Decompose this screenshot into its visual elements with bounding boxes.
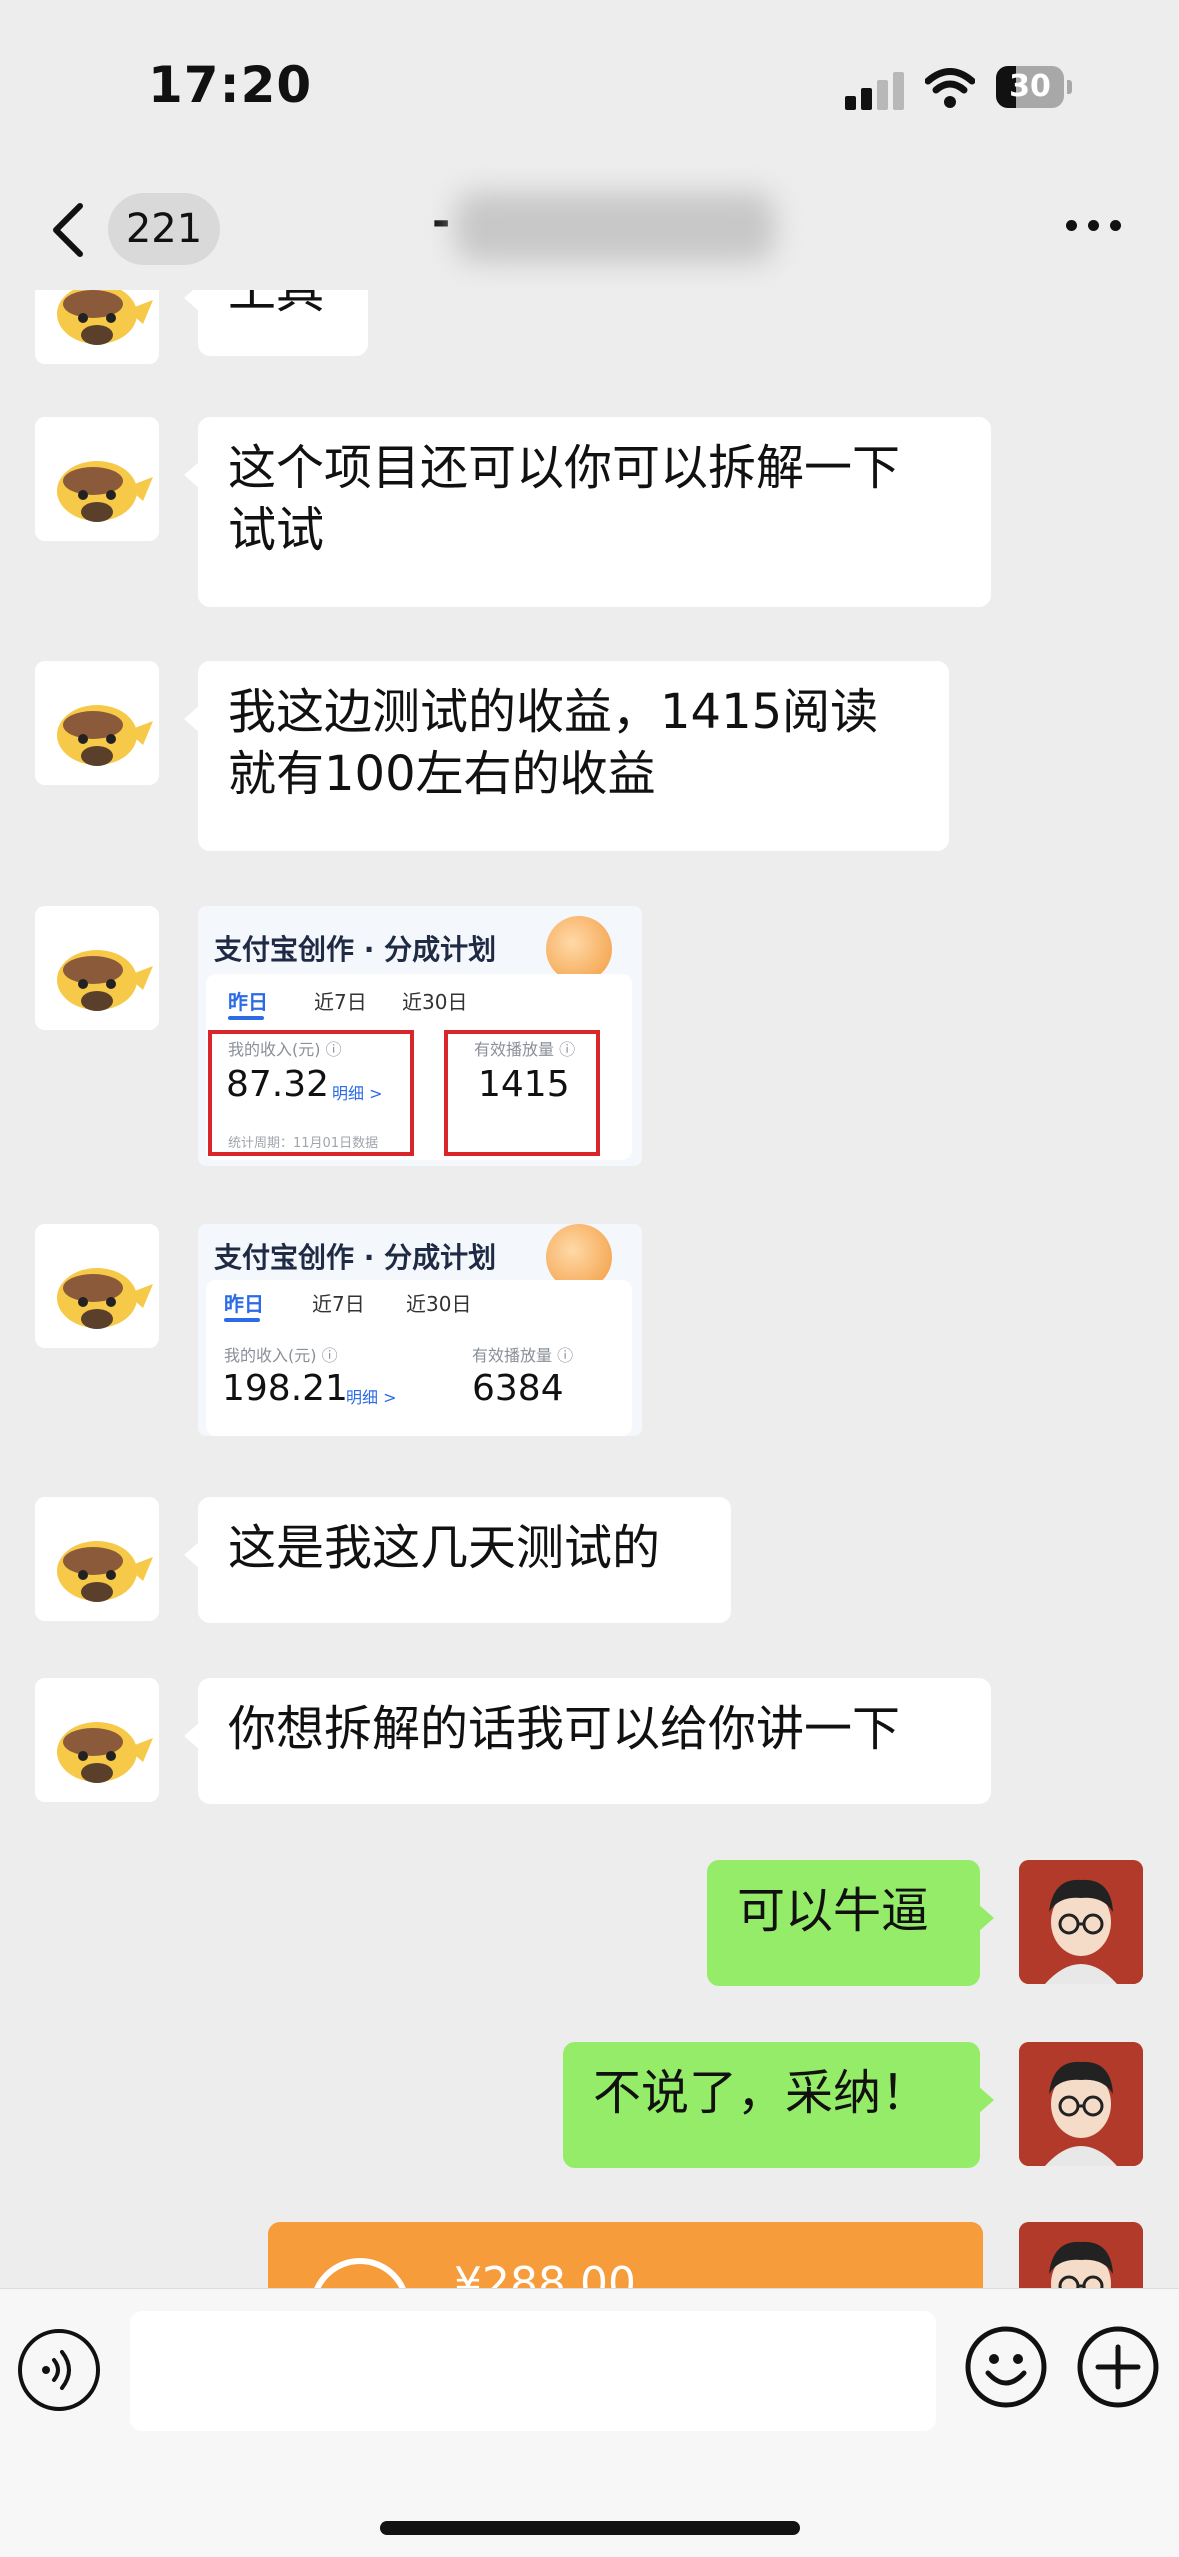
tab-30days: 近30日 (406, 1292, 472, 1316)
image-message[interactable]: 支付宝创作 · 分成计划 昨日 近7日 近30日 我的收入(元) ⓘ 87.32… (198, 906, 642, 1166)
message-bubble[interactable]: 这是我这几天测试的 (184, 1497, 731, 1623)
plus-icon[interactable] (1076, 2325, 1160, 2409)
message-bubble[interactable]: 这个项目还可以你可以拆解一下 试试 (184, 417, 991, 607)
user-avatar[interactable] (1019, 1860, 1143, 1984)
blurred-contact-name (455, 192, 775, 262)
more-icon[interactable] (1066, 220, 1122, 236)
message-text-line: 试试 (228, 502, 325, 558)
message-text: 工具 (228, 290, 325, 319)
tab-7days: 近7日 (314, 990, 367, 1014)
pikachu-avatar[interactable] (35, 906, 159, 1030)
user-avatar[interactable] (1019, 2222, 1143, 2290)
wifi-icon (925, 68, 975, 108)
message-text-line: 就有100左右的收益 (228, 746, 656, 802)
image-title: 支付宝创作 · 分成计划 (214, 933, 497, 966)
plays-value: 6384 (472, 1368, 564, 1409)
message-bubble[interactable]: 我这边测试的收益，1415阅读 就有100左右的收益 (184, 661, 949, 851)
pikachu-avatar[interactable] (35, 290, 159, 364)
transfer-message[interactable]: ¥288.00 (268, 2222, 983, 2290)
image-title: 支付宝创作 · 分成计划 (214, 1241, 497, 1274)
detail-link: 明细 > (346, 1388, 397, 1407)
battery-percentage: 30 (1009, 69, 1051, 104)
cellular-signal-icon (845, 70, 905, 110)
highlight-box (444, 1030, 600, 1156)
plays-label: 有效播放量 ⓘ (472, 1346, 574, 1365)
my-message-bubble[interactable]: 不说了，采纳！ (563, 2042, 994, 2168)
home-indicator (380, 2521, 800, 2535)
image-message[interactable]: 支付宝创作 · 分成计划 昨日 近7日 近30日 我的收入(元) ⓘ 198.2… (198, 1224, 642, 1436)
tab-30days: 近30日 (402, 990, 468, 1014)
transfer-icon (310, 2258, 410, 2290)
status-bar: 17:20 30 (0, 0, 1179, 170)
user-avatar[interactable] (1019, 2042, 1143, 2166)
message-text-line: 我这边测试的收益，1415阅读 (228, 684, 879, 740)
emoji-icon[interactable] (964, 2325, 1048, 2409)
voice-icon (42, 2350, 71, 2390)
pikachu-avatar[interactable] (35, 1497, 159, 1621)
pikachu-avatar[interactable] (35, 417, 159, 541)
transfer-amount: ¥288.00 (454, 2258, 636, 2290)
chat-title: - (432, 196, 451, 247)
status-time: 17:20 (148, 56, 313, 114)
income-value: 198.21 (222, 1368, 348, 1409)
battery-indicator: 30 (996, 66, 1072, 110)
pikachu-avatar[interactable] (35, 1678, 159, 1802)
message-input[interactable] (130, 2311, 936, 2431)
message-text: 不说了，采纳！ (593, 2065, 930, 2121)
pikachu-avatar[interactable] (35, 661, 159, 785)
unread-count-badge[interactable]: 221 (108, 193, 220, 265)
my-message-bubble[interactable]: 可以牛逼 (707, 1860, 994, 1986)
highlight-box (208, 1030, 414, 1156)
message-bubble[interactable]: 你想拆解的话我可以给你讲一下 (184, 1678, 991, 1804)
message-text: 这是我这几天测试的 (228, 1520, 661, 1576)
stats-card: 昨日 近7日 近30日 我的收入(元) ⓘ 198.21 明细 > 有效播放量 … (206, 1280, 632, 1436)
pikachu-avatar[interactable] (35, 1224, 159, 1348)
tab-7days: 近7日 (312, 1292, 365, 1316)
message-text: 可以牛逼 (737, 1883, 930, 1939)
message-bubble[interactable]: 工具 (184, 290, 368, 356)
tab-yesterday: 昨日 (224, 1292, 264, 1316)
message-list[interactable]: 工具 这个项目还可以你可以拆解一下 试试 我这边测试的收益，1415阅读 就有1… (0, 290, 1179, 2290)
coin-icon (546, 916, 612, 982)
message-text-line: 这个项目还可以你可以拆解一下 (228, 440, 901, 496)
income-label: 我的收入(元) ⓘ (224, 1346, 338, 1365)
tab-yesterday: 昨日 (228, 990, 268, 1014)
stats-card: 昨日 近7日 近30日 我的收入(元) ⓘ 87.32 明细 > 统计周期：11… (206, 974, 632, 1160)
back-icon[interactable] (48, 200, 88, 260)
voice-button[interactable] (18, 2329, 100, 2411)
message-text: 你想拆解的话我可以给你讲一下 (228, 1701, 901, 1757)
chat-navbar: 221 - (0, 170, 1179, 290)
input-bar (0, 2288, 1179, 2557)
